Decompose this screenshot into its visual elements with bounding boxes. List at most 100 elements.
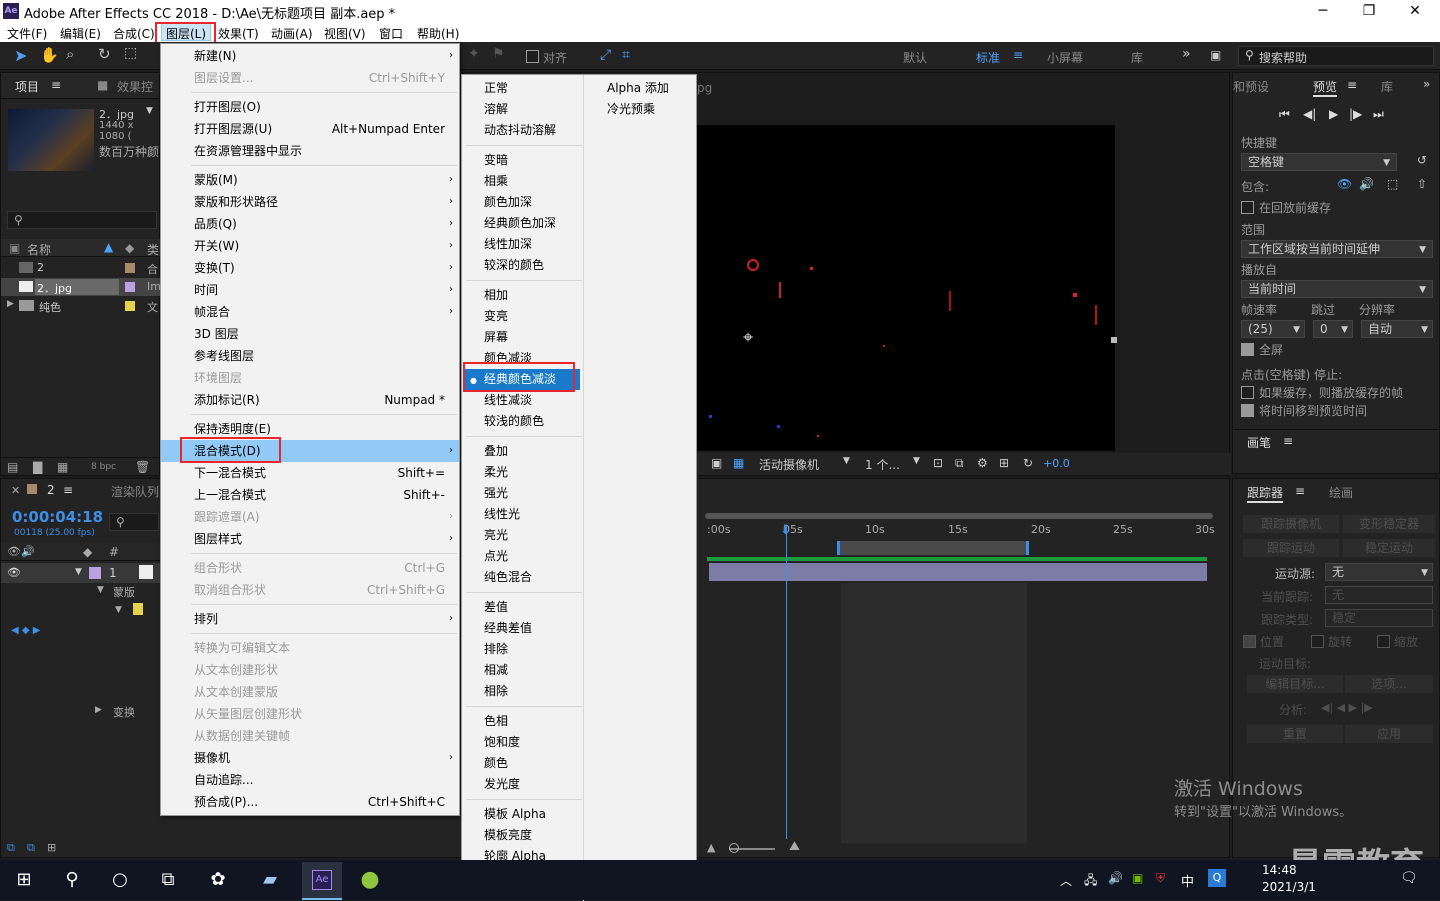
blend-mode-item[interactable]: 较深的颜色 [484,255,544,276]
layer-switches-icon[interactable]: ⧉ [7,841,15,855]
tracker-menu-icon[interactable]: ≡ [1295,484,1305,498]
new-folder-icon[interactable]: ▇ [33,460,42,474]
timecode-display[interactable]: 0:00:04:18 [12,508,103,526]
first-frame-icon[interactable]: ⏮ [1279,107,1290,122]
menu-item-transform[interactable]: 变换(T) › [161,257,459,279]
menu-item-shapes-from-vector[interactable]: 从矢量图层创建形状 [161,703,459,725]
blend-mode-item[interactable]: 溶解 [484,99,508,120]
close-tab-icon[interactable]: ✕ [11,484,20,497]
snap-checkbox[interactable] [526,50,539,63]
move-time-checkbox[interactable] [1241,404,1254,417]
tab-library[interactable]: 库 [1381,78,1393,95]
menu-item-reveal-explorer[interactable]: 在资源管理器中显示 [161,140,459,162]
blend-mode-item[interactable]: 排除 [484,639,508,660]
position-checkbox[interactable] [1243,635,1256,648]
menu-item-ungroup-shapes[interactable]: 取消组合形状 Ctrl+Shift+G [161,579,459,601]
nvidia-icon[interactable]: ▣ [1132,871,1143,885]
transform-expand-icon[interactable]: ▶ [95,705,102,715]
timeline-menu-icon[interactable]: ≡ [63,483,73,497]
app-melon-icon[interactable]: ● [358,868,382,892]
mask-expand-icon[interactable]: ▼ [97,585,104,595]
blend-mode-item[interactable]: 点光 [484,546,508,567]
blend-mode-item[interactable]: 动态抖动溶解 [484,120,556,141]
camera-view-select[interactable]: 活动摄像机 [759,456,819,473]
ime-indicator[interactable]: 中 [1181,871,1194,890]
last-frame-icon[interactable]: ⏭ [1373,107,1384,122]
transparency-grid-icon[interactable]: ▦ [733,456,744,470]
layer-search-input[interactable]: ⚲ [109,513,159,531]
menu-item-masks-from-text[interactable]: 从文本创建蒙版 [161,681,459,703]
zoom-out-icon[interactable]: ▲ [707,841,715,854]
include-audio-icon[interactable]: 🔊 [1359,177,1374,191]
reset-exposure-icon[interactable]: ↻ [1023,456,1033,470]
menu-item-add-marker[interactable]: 添加标记(R) Numpad * [161,389,459,411]
blend-mode-item[interactable]: 线性减淡 [484,390,532,411]
menu-item-arrange[interactable]: 排列 › [161,608,459,630]
menu-item-time[interactable]: 时间 › [161,279,459,301]
blend-mode-item[interactable]: 发光度 [484,774,520,795]
skip-select[interactable]: 0 ▼ [1313,320,1353,338]
menu-item-switches[interactable]: 开关(W) › [161,235,459,257]
menu-animation[interactable]: 动画(A) [271,25,313,42]
exposure-value[interactable]: +0.0 [1043,457,1070,470]
work-area-bar[interactable] [837,541,1029,555]
new-comp-icon[interactable]: ▦ [57,460,68,474]
analyze-controls-icon[interactable]: ◀| ◀ ▶ |▶ [1321,701,1373,714]
security-icon[interactable]: ⛨ [1156,871,1165,886]
blend-mode-item[interactable]: 相减 [484,660,508,681]
tab-tracker[interactable]: 跟踪器 [1247,484,1284,503]
menu-item-3d-layer[interactable]: 3D 图层 [161,323,459,345]
track-motion-button[interactable]: 跟踪运动 [1243,539,1339,557]
menu-item-layer-settings[interactable]: 图层设置... Ctrl+Shift+Y [161,67,459,89]
track-camera-button[interactable]: 跟踪摄像机 [1243,515,1339,533]
blend-mode-item[interactable]: 经典差值 [484,618,532,639]
volume-icon[interactable]: 🔊 [1108,871,1123,885]
blend-mode-item[interactable]: 模板 Alpha [484,804,546,825]
blend-mode-item[interactable]: 变暗 [484,150,508,171]
menu-edit[interactable]: 编辑(E) [60,25,101,42]
reset-icon[interactable]: ↺ [1417,153,1427,167]
track-type-select[interactable]: 稳定 [1325,609,1433,627]
blend-mode-item[interactable]: 正常 [484,78,508,99]
layer-bar[interactable] [709,563,1207,581]
reset-button[interactable]: 重置 [1247,725,1343,743]
search-help-box[interactable]: ⚲ 搜索帮助 [1238,46,1434,66]
pin-tool-icon[interactable]: ✦ [468,46,480,62]
project-search-input[interactable]: ⚲ [7,211,157,229]
resolution-select[interactable]: 自动 ▼ [1361,320,1433,338]
warp-stabilizer-button[interactable]: 变形稳定器 [1343,515,1435,533]
mask-item-expand-icon[interactable]: ▼ [115,605,122,615]
tab-brush[interactable]: 画笔 [1247,434,1271,451]
app-pinwheel-icon[interactable]: ✿ [206,868,230,892]
stabilize-motion-button[interactable]: 稳定运动 [1343,539,1435,557]
blend-mode-item[interactable]: 柔光 [484,462,508,483]
tab-paint[interactable]: 绘画 [1329,484,1353,501]
hand-tool-icon[interactable]: ✋ [40,46,59,64]
interpret-footage-icon[interactable]: ▤ [7,460,18,474]
playhead-marker-icon[interactable]: ⬇ [780,523,791,538]
network-icon[interactable]: 🖧 [1084,871,1097,892]
tab-preview[interactable]: 预览 [1313,78,1338,97]
collapse-arrow-icon[interactable]: ▼ [75,567,82,577]
include-overlay-icon[interactable]: ⬚ [1387,177,1398,191]
tab-effects-presets[interactable]: 和预设 [1233,78,1269,95]
comp-canvas[interactable]: ⌖ [697,125,1115,451]
menu-item-layer-styles[interactable]: 图层样式 › [161,528,459,550]
menu-item-quality[interactable]: 品质(Q) › [161,213,459,235]
blend-mode-item[interactable]: 颜色 [484,753,508,774]
blend-mode-item[interactable]: 纯色混合 [484,567,532,588]
menu-item-track-matte[interactable]: 跟踪遮罩(A) › [161,506,459,528]
workspace-standard[interactable]: 标准 [976,49,1000,66]
fullscreen-checkbox[interactable] [1241,343,1254,356]
layer-row[interactable]: 👁 ▼ 1 [1,563,161,583]
selection-tool-icon[interactable]: ➤ [14,46,27,65]
blend-mode-item[interactable]: 较浅的颜色 [484,411,544,432]
bpc-label[interactable]: 8 bpc [91,462,116,472]
menu-item-open-layer[interactable]: 打开图层(O) [161,96,459,118]
rotation-checkbox[interactable] [1311,635,1324,648]
puppet-tool-icon[interactable]: ⚑ [492,46,505,62]
blend-mode-item[interactable]: 变亮 [484,306,508,327]
edit-target-button[interactable]: 编辑目标... [1247,675,1343,693]
options-button[interactable]: 选项... [1345,675,1433,693]
blend-mode-item[interactable]: 屏幕 [484,327,508,348]
